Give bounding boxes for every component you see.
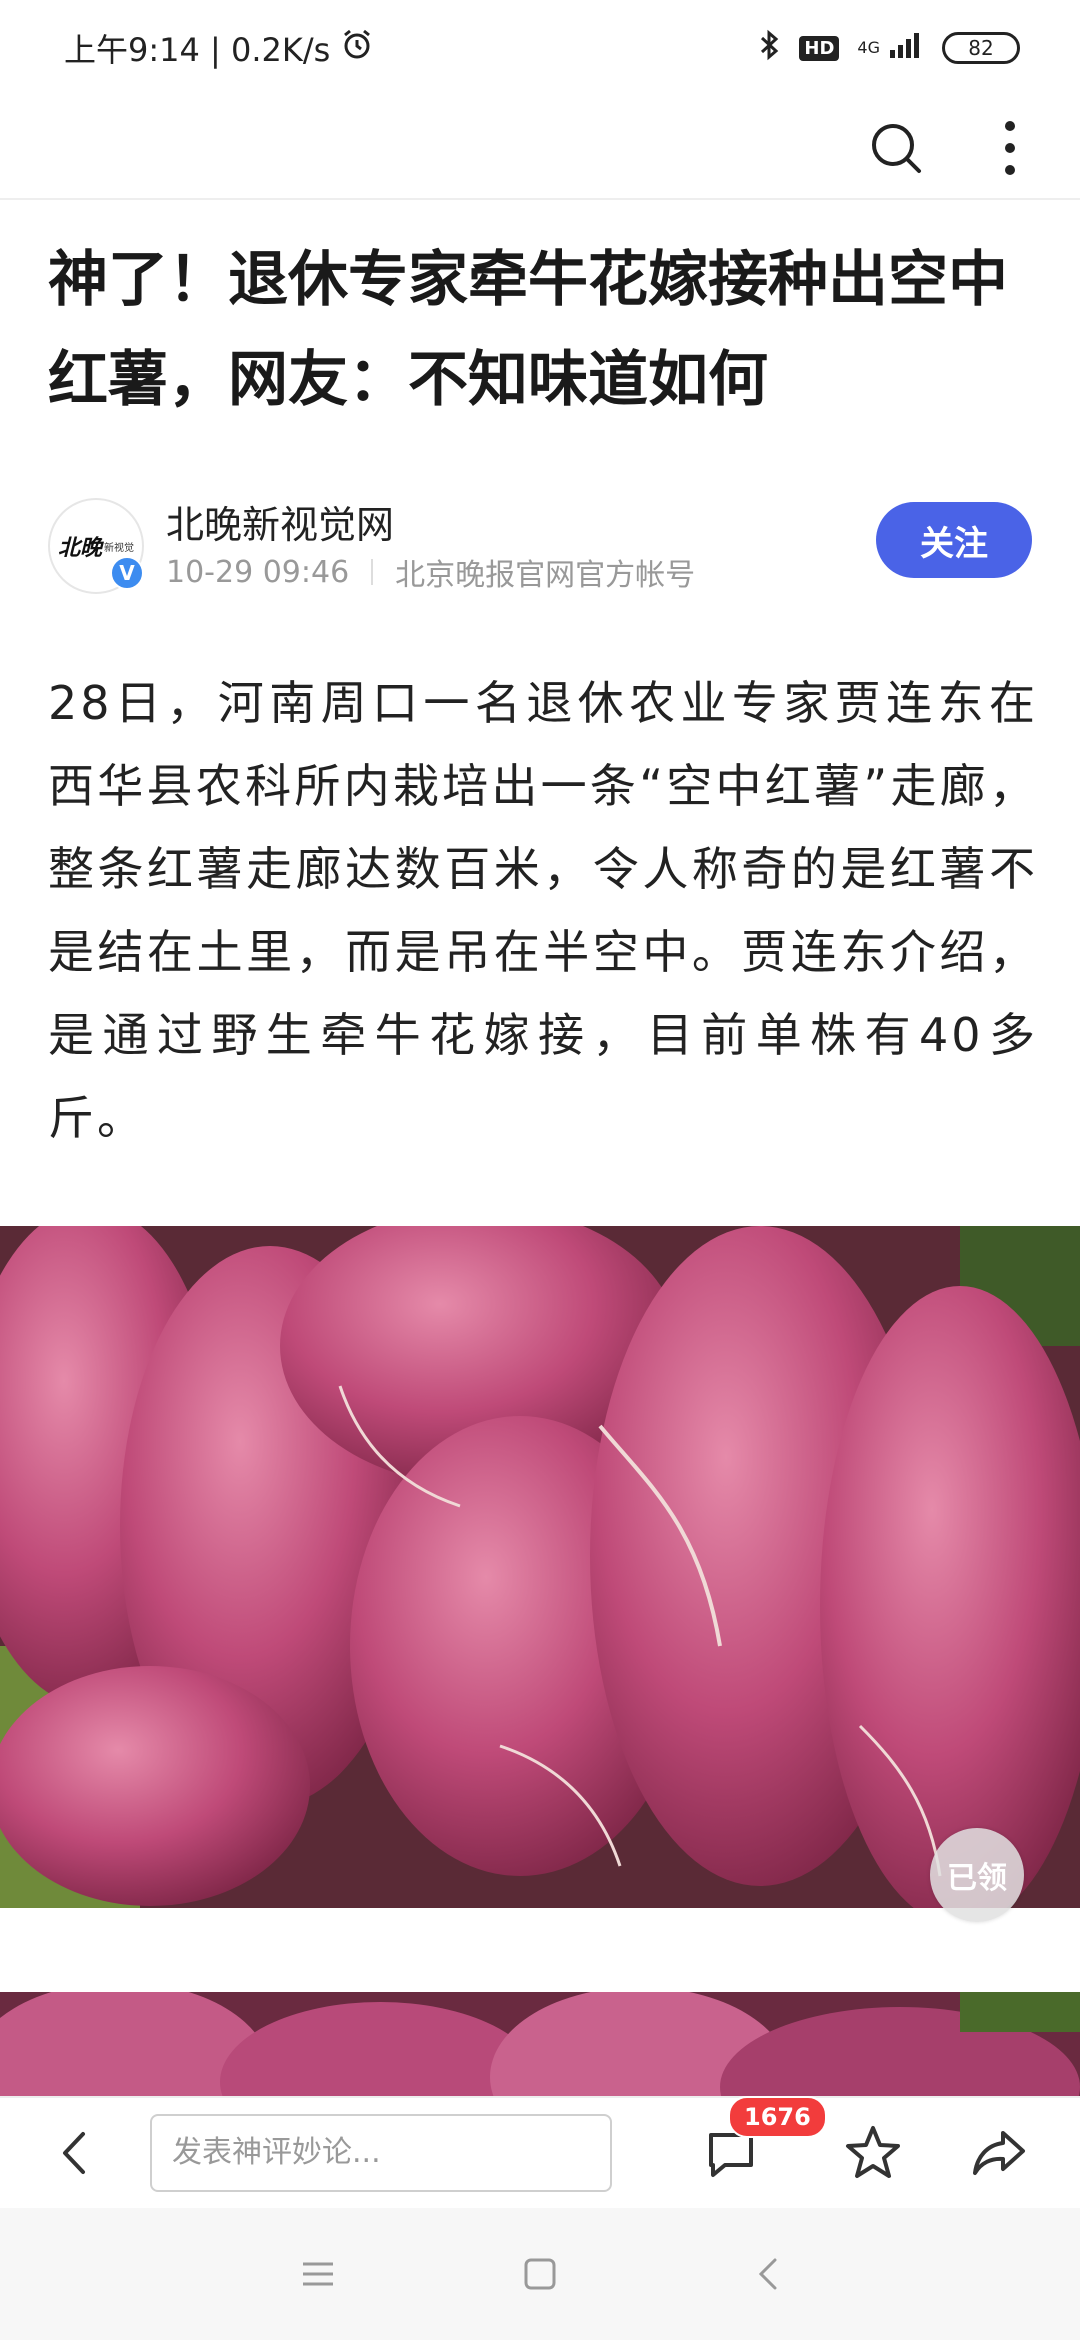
article-body: 28日，河南周口一名退休农业专家贾连东在西华县农科所内栽培出一条“空中红薯”走廊… [48,676,1038,1145]
avatar-logo-sub: 新视觉 [104,542,134,554]
avatar-logo-text: 北晚 [57,535,102,561]
back-nav-icon[interactable] [740,2246,796,2302]
signal-icon [888,30,924,67]
follow-button[interactable]: 关注 [876,502,1032,578]
battery-icon: 82 [942,32,1020,64]
meta-divider [371,559,374,585]
verified-icon: V [110,556,144,590]
hd-badge: HD [799,35,840,61]
bottom-action-bar: 发表神评妙论... 1676 [0,2096,1080,2208]
account-description: 北京晚报官网官方帐号 [395,558,696,593]
bluetooth-icon [759,29,781,68]
sweet-potato-image-2 [0,1992,1080,2096]
sweet-potato-image [0,1226,1080,1908]
claimed-badge[interactable]: 已领 [930,1828,1024,1922]
more-icon[interactable] [974,112,1046,184]
system-nav-bar [0,2208,1080,2340]
status-bar: 上午9:14 | 0.2K/s HD 4G 82 [0,0,1080,96]
publish-date: 10-29 09:46 [166,554,350,590]
menu-icon[interactable] [290,2246,346,2302]
home-icon[interactable] [512,2246,568,2302]
status-left: 上午9:14 | 0.2K/s [64,25,374,71]
alarm-icon [340,27,374,69]
back-icon[interactable] [42,2120,108,2186]
status-time-speed: 上午9:14 | 0.2K/s [64,31,331,69]
star-icon[interactable] [840,2120,906,2186]
share-icon[interactable] [966,2120,1032,2186]
network-type-label: 4G [857,38,880,57]
comment-count-badge: 1676 [728,2096,827,2138]
battery-level: 82 [968,36,994,60]
comment-input[interactable]: 发表神评妙论... [150,2114,612,2192]
article-title: 神了！退休专家牵牛花嫁接种出空中红薯，网友：不知味道如何 [48,245,1008,415]
author-name[interactable]: 北晚新视觉网 [166,494,394,549]
article-photo-2[interactable] [0,1992,1080,2096]
article-photo[interactable] [0,1226,1080,1908]
status-right: HD 4G 82 [759,29,1020,68]
search-icon[interactable] [860,112,932,184]
app-bar [0,96,1080,200]
author-meta: 10-29 09:46 北京晚报官网官方帐号 [166,550,695,594]
author-row: 北晚 新视觉 V 北晚新视觉网 10-29 09:46 北京晚报官网官方帐号 关… [48,492,1032,602]
